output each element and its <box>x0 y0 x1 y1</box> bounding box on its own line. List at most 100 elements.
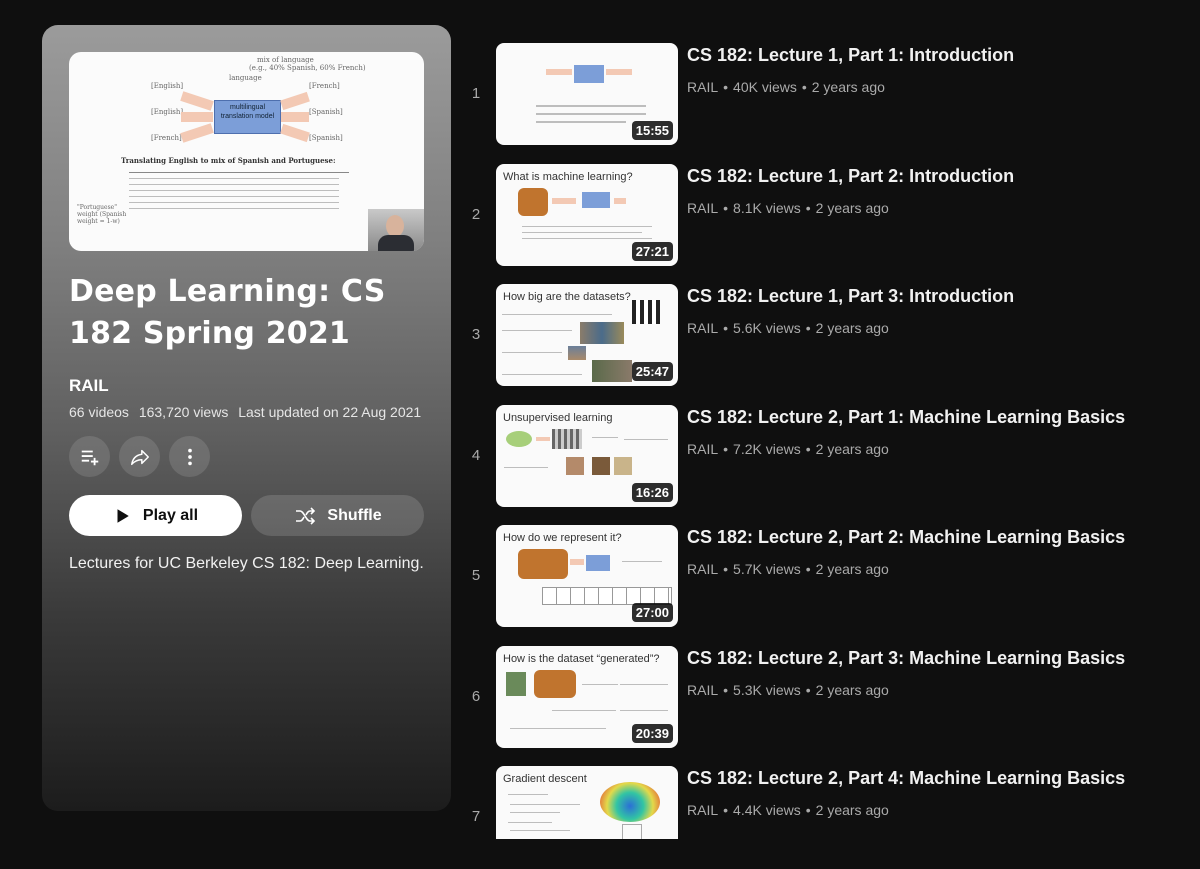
playlist-thumbnail[interactable]: mix of language (e.g., 40% Spanish, 60% … <box>69 52 424 251</box>
playlist-video-item[interactable]: 4 Unsupervised learning 16:26 CS 182: Le… <box>468 405 1168 508</box>
dog-photo <box>518 549 568 579</box>
video-thumbnail[interactable]: What is machine learning? 27:21 <box>496 164 678 266</box>
thumb-table-title: Translating English to mix of Spanish an… <box>121 156 336 165</box>
video-age: 2 years ago <box>815 320 889 336</box>
video-title[interactable]: CS 182: Lecture 2, Part 1: Machine Learn… <box>687 407 1125 428</box>
video-meta: RAIL • 7.2K views • 2 years ago <box>687 441 889 457</box>
playlist-owner[interactable]: RAIL <box>69 376 109 396</box>
thumb-input-1: [English] <box>151 82 184 90</box>
playlist-video-item[interactable]: 1 15:55 CS 182: Lecture 1, Part 1: Intro… <box>468 43 1168 146</box>
channel-name[interactable]: RAIL <box>687 802 718 818</box>
channel-name[interactable]: RAIL <box>687 441 718 457</box>
more-actions-button[interactable] <box>169 436 210 477</box>
slide-text-line <box>592 437 618 438</box>
thumb-output-2: [Spanish] <box>309 108 343 116</box>
thumb-arrow <box>281 112 309 122</box>
slide-title: How is the dataset “generated”? <box>503 653 660 665</box>
thumb-center-box: multilingual translation model <box>214 100 281 134</box>
video-thumbnail[interactable]: Unsupervised learning 16:26 <box>496 405 678 507</box>
playlist-description: Lectures for UC Berkeley CS 182: Deep Le… <box>69 555 424 572</box>
channel-name[interactable]: RAIL <box>687 79 718 95</box>
video-index: 2 <box>471 206 481 223</box>
slide-diagram-box <box>586 555 610 571</box>
playlist-video-item[interactable]: 5 How do we represent it? 27:00 CS 182: … <box>468 525 1168 628</box>
shuffle-label: Shuffle <box>327 506 382 524</box>
playlist-video-item[interactable]: 2 What is machine learning? 27:21 CS 182… <box>468 164 1168 267</box>
video-age: 2 years ago <box>815 200 889 216</box>
thumb-output-1: [French] <box>309 82 340 90</box>
video-duration: 27:21 <box>631 242 673 261</box>
presenter-webcam <box>368 209 424 251</box>
dog-image <box>592 457 610 475</box>
video-title[interactable]: CS 182: Lecture 1, Part 3: Introduction <box>687 286 1014 307</box>
slide-text-line <box>552 710 616 711</box>
video-views: 5.3K views <box>733 682 801 698</box>
video-index: 6 <box>471 688 481 705</box>
video-views: 4.4K views <box>733 802 801 818</box>
play-all-button[interactable]: Play all <box>69 495 242 536</box>
video-meta: RAIL • 8.1K views • 2 years ago <box>687 200 889 216</box>
channel-name[interactable]: RAIL <box>687 200 718 216</box>
shuffle-button[interactable]: Shuffle <box>251 495 424 536</box>
video-duration: 20:39 <box>631 724 673 743</box>
imagenet-images <box>592 360 632 382</box>
slide-text-line <box>582 684 618 685</box>
playlist-video-item[interactable]: 7 Gradient descent CS 182: Lecture 2, Pa… <box>468 766 1168 869</box>
unlabeled-data-blob <box>506 431 532 447</box>
playlist-meta: 66 videos 163,720 views Last updated on … <box>69 404 427 420</box>
slide-arrow <box>614 198 626 204</box>
video-age: 2 years ago <box>815 561 889 577</box>
video-title[interactable]: CS 182: Lecture 2, Part 4: Machine Learn… <box>687 768 1125 789</box>
video-age: 2 years ago <box>815 802 889 818</box>
loss-surface-plot <box>600 782 660 822</box>
slide-diagram-box <box>574 65 604 83</box>
thumb-arrow <box>280 123 310 143</box>
slide-title: How do we represent it? <box>503 532 622 544</box>
photo-image <box>506 672 526 696</box>
shuffle-icon <box>296 506 316 525</box>
video-thumbnail[interactable]: Gradient descent <box>496 766 678 839</box>
video-age: 2 years ago <box>811 79 885 95</box>
mnist-digits <box>632 300 660 324</box>
video-index: 1 <box>471 85 481 102</box>
slide-text-line <box>522 226 652 227</box>
thumb-table <box>129 170 359 214</box>
slide-arrow <box>546 69 572 75</box>
thumb-arrow <box>180 123 214 143</box>
save-playlist-button[interactable] <box>69 436 110 477</box>
slide-text-line <box>510 812 560 813</box>
video-thumbnail[interactable]: How do we represent it? 27:00 <box>496 525 678 627</box>
video-thumbnail[interactable]: How big are the datasets? 25:47 <box>496 284 678 386</box>
video-thumbnail[interactable]: 15:55 <box>496 43 678 145</box>
channel-name[interactable]: RAIL <box>687 320 718 336</box>
share-button[interactable] <box>119 436 160 477</box>
thumb-arrow <box>280 91 310 111</box>
slide-arrow <box>570 559 584 565</box>
playlist-video-item[interactable]: 6 How is the dataset “generated”? 20:39 … <box>468 646 1168 749</box>
playlist-video-item[interactable]: 3 How big are the datasets? 25:47 CS 182… <box>468 284 1168 387</box>
video-index: 7 <box>471 808 481 825</box>
slide-title: Gradient descent <box>503 773 587 785</box>
caltech-images <box>580 322 624 344</box>
slide-title: What is machine learning? <box>503 171 633 183</box>
slide-text-line <box>622 561 662 562</box>
video-meta: RAIL • 40K views • 2 years ago <box>687 79 885 95</box>
slide-title: Unsupervised learning <box>503 412 613 424</box>
video-title[interactable]: CS 182: Lecture 2, Part 3: Machine Learn… <box>687 648 1125 669</box>
play-all-label: Play all <box>142 506 199 524</box>
channel-name[interactable]: RAIL <box>687 682 718 698</box>
cifar-images <box>568 346 586 360</box>
video-index: 3 <box>471 326 481 343</box>
channel-name[interactable]: RAIL <box>687 561 718 577</box>
video-meta: RAIL • 5.7K views • 2 years ago <box>687 561 889 577</box>
dog-image <box>614 457 632 475</box>
video-title[interactable]: CS 182: Lecture 2, Part 2: Machine Learn… <box>687 527 1125 548</box>
slide-diagram-box <box>582 192 610 208</box>
video-title[interactable]: CS 182: Lecture 1, Part 1: Introduction <box>687 45 1014 66</box>
video-thumbnail[interactable]: How is the dataset “generated”? 20:39 <box>496 646 678 748</box>
share-icon <box>130 449 149 465</box>
slide-text-line <box>536 113 646 115</box>
slide-text-line <box>510 830 570 831</box>
video-title[interactable]: CS 182: Lecture 1, Part 2: Introduction <box>687 166 1014 187</box>
slide-text-line <box>620 684 668 685</box>
